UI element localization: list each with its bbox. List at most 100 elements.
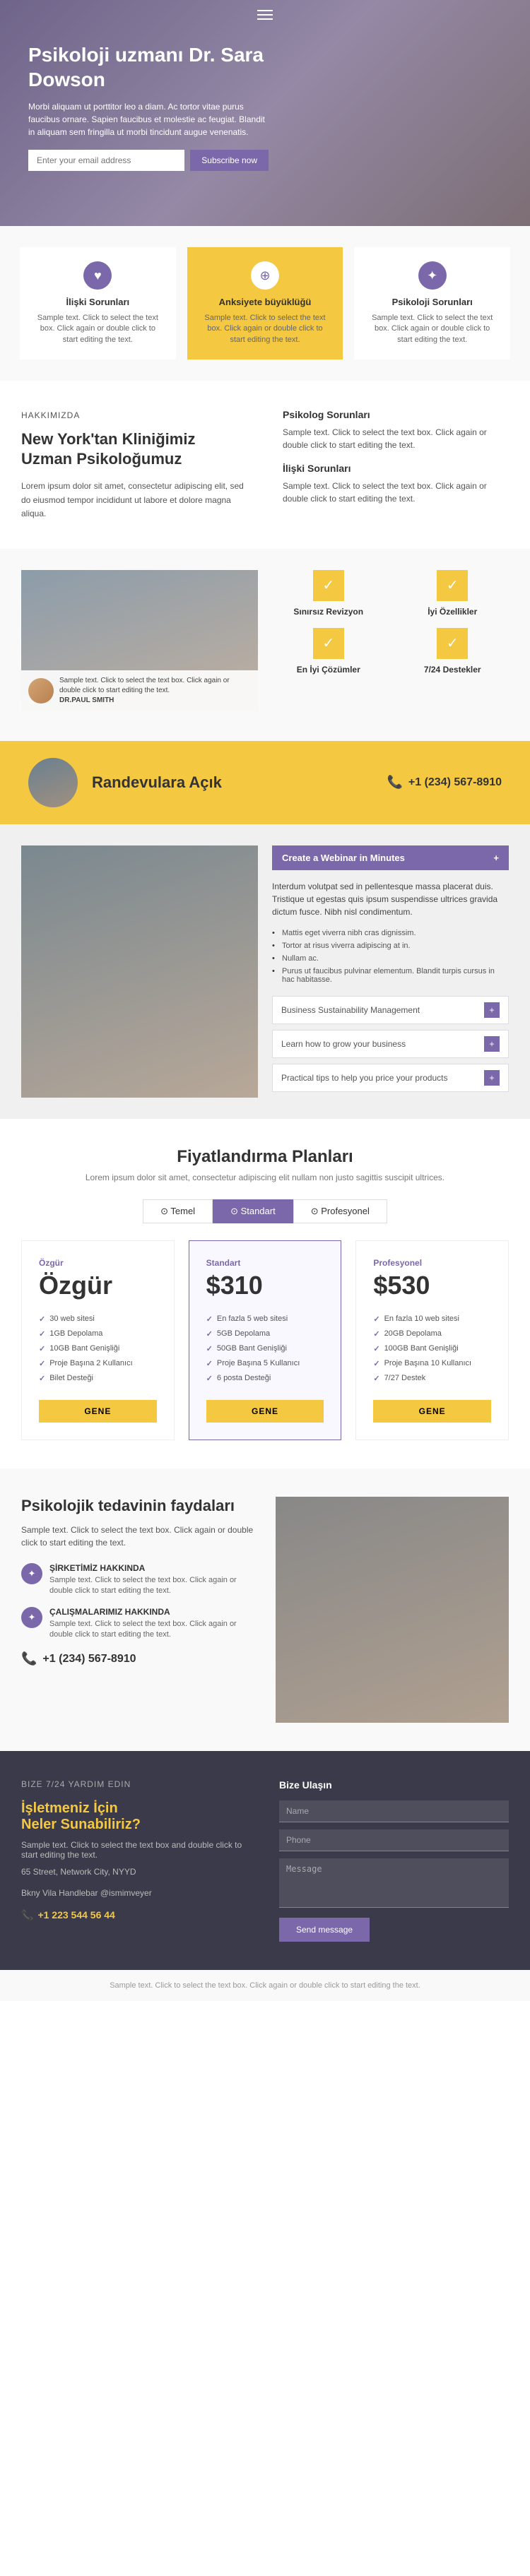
contact-message-input[interactable] xyxy=(279,1858,509,1908)
about-right-text2: Sample text. Click to select the text bo… xyxy=(283,480,509,505)
benefits-image xyxy=(276,1497,509,1723)
tab-basic[interactable]: ⊙ Temel xyxy=(143,1199,213,1223)
benefit-item-1: ✦ ÇALIŞMALARIMIZ HAKKINDA Sample text. C… xyxy=(21,1607,254,1641)
card-relationship[interactable]: ♥ İlişki Sorunları Sample text. Click to… xyxy=(20,247,176,360)
webinar-top-title: Create a Webinar in Minutes xyxy=(282,853,405,863)
pricing-grid: Özgür Özgür 30 web sitesi 1GB Depolama 1… xyxy=(21,1240,509,1440)
benefit-heading-1: ÇALIŞMALARIMIZ HAKKINDA xyxy=(49,1607,254,1617)
about-left: HAKKIMIZDA New York'tan Kliniğimiz Uzman… xyxy=(21,409,269,521)
features-left: Sample text. Click to select the text bo… xyxy=(21,570,258,720)
plan-professional-price: $530 xyxy=(373,1271,491,1300)
plan-standard-feat-4: 6 posta Desteği xyxy=(206,1371,324,1386)
webinar-accordion-icon-0[interactable]: + xyxy=(484,1002,500,1018)
pricing-title: Fiyatlandırma Planları xyxy=(21,1147,509,1167)
webinar-accordion-2[interactable]: Practical tips to help you price your pr… xyxy=(272,1064,509,1092)
plan-standard-feat-2: 50GB Bant Genişliği xyxy=(206,1341,324,1356)
webinar-section: Create a Webinar in Minutes + Interdum v… xyxy=(0,824,530,1119)
pricing-heading: Fiyatlandırma Planları xyxy=(21,1147,509,1167)
subscribe-button[interactable]: Subscribe now xyxy=(190,150,269,171)
cta-phone[interactable]: 📞 +1 (234) 567-8910 xyxy=(387,775,502,790)
plan-professional-features: En fazla 10 web sitesi 20GB Depolama 100… xyxy=(373,1312,491,1386)
webinar-list-item-1: Tortor at risus viverra adipiscing at in… xyxy=(272,939,509,952)
menu-icon[interactable] xyxy=(257,10,273,20)
contact-title-line1: İşletmeniz İçin xyxy=(21,1800,118,1816)
webinar-accordion-0[interactable]: Business Sustainability Management + xyxy=(272,996,509,1024)
card-relationship-title: İlişki Sorunları xyxy=(34,297,162,307)
plan-free-button[interactable]: GENE xyxy=(39,1400,157,1423)
footer-note-text: Sample text. Click to select the text bo… xyxy=(21,1981,509,1990)
plan-free-name: Özgür xyxy=(39,1258,157,1268)
benefits-phone-icon: 📞 xyxy=(21,1651,37,1666)
email-input[interactable] xyxy=(28,150,184,171)
feature-check-1: ✓ xyxy=(437,570,468,601)
webinar-accordion-icon-2[interactable]: + xyxy=(484,1070,500,1086)
feature-item-3: ✓ 7/24 Destekler xyxy=(396,628,510,675)
card-anxiety[interactable]: ⊕ Anksiyete büyüklüğü Sample text. Click… xyxy=(187,247,343,360)
person-text: Sample text. Click to select the text bo… xyxy=(59,676,251,706)
pricing-subtitle: Lorem ipsum dolor sit amet, consectetur … xyxy=(21,1173,509,1182)
benefit-icon-0: ✦ xyxy=(21,1563,42,1584)
webinar-image xyxy=(21,845,258,1098)
tab-basic-label: ⊙ Temel xyxy=(160,1206,195,1217)
webinar-accordion-label-1: Learn how to grow your business xyxy=(281,1039,406,1049)
benefits-phone-number: +1 (234) 567-8910 xyxy=(42,1653,136,1666)
benefits-description: Sample text. Click to select the text bo… xyxy=(21,1524,254,1549)
tab-professional-label: ⊙ Profesyonel xyxy=(311,1206,370,1217)
phone-icon: 📞 xyxy=(387,775,402,790)
tab-professional[interactable]: ⊙ Profesyonel xyxy=(293,1199,387,1223)
plan-standard-button[interactable]: GENE xyxy=(206,1400,324,1423)
hero-content: Psikoloji uzmanı Dr. Sara Dowson Morbi a… xyxy=(0,0,297,192)
about-right-heading2: İlişki Sorunları xyxy=(283,463,509,474)
webinar-list-item-3: Purus ut faucibus pulvinar elementum. Bl… xyxy=(272,965,509,986)
feature-label-0: Sınırsız Revizyon xyxy=(272,607,385,617)
about-label: HAKKIMIZDA xyxy=(21,409,247,422)
benefit-desc-0: Sample text. Click to select the text bo… xyxy=(49,1575,254,1597)
benefits-title: Psikolojik tedavinin faydaları xyxy=(21,1497,254,1515)
about-right-heading1: Psikolog Sorunları xyxy=(283,409,509,420)
plan-professional: Profesyonel $530 En fazla 10 web sitesi … xyxy=(355,1240,509,1440)
plan-professional-button[interactable]: GENE xyxy=(373,1400,491,1423)
webinar-top-bar[interactable]: Create a Webinar in Minutes + xyxy=(272,845,509,870)
contact-right: Bize Ulaşın Send message xyxy=(279,1779,509,1942)
plan-free-feat-1: 1GB Depolama xyxy=(39,1326,157,1341)
webinar-plus-icon[interactable]: + xyxy=(493,853,499,863)
webinar-accordion-icon-1[interactable]: + xyxy=(484,1036,500,1052)
card-anxiety-text: Sample text. Click to select the text bo… xyxy=(201,313,329,345)
about-section: HAKKIMIZDA New York'tan Kliniğimiz Uzman… xyxy=(0,381,530,549)
benefit-icon-1: ✦ xyxy=(21,1607,42,1628)
contact-help-label: Bize 7/24 Yardım Edin xyxy=(21,1779,251,1789)
about-title: New York'tan Kliniğimiz Uzman Psikoloğum… xyxy=(21,429,247,468)
cards-row: ♥ İlişki Sorunları Sample text. Click to… xyxy=(0,226,530,381)
plan-free-feat-0: 30 web sitesi xyxy=(39,1312,157,1326)
plan-professional-name: Profesyonel xyxy=(373,1258,491,1268)
features-right: ✓ Sınırsız Revizyon ✓ İyi Özellikler ✓ E… xyxy=(272,570,509,720)
contact-phone-input[interactable] xyxy=(279,1829,509,1851)
benefits-image-bg xyxy=(276,1497,509,1723)
feature-check-0: ✓ xyxy=(313,570,344,601)
tab-standard[interactable]: ⊙ Standart xyxy=(213,1199,293,1223)
contact-phone-icon: 📞 xyxy=(21,1909,33,1921)
plan-free-features: 30 web sitesi 1GB Depolama 10GB Bant Gen… xyxy=(39,1312,157,1386)
contact-phone-line[interactable]: 📞 +1 223 544 56 44 xyxy=(21,1909,251,1921)
feature-item-2: ✓ En İyi Çözümler xyxy=(272,628,385,675)
person-avatar xyxy=(28,678,54,704)
card-psychology-title: Psikoloji Sorunları xyxy=(368,297,496,307)
footer-note: Sample text. Click to select the text bo… xyxy=(0,1970,530,2001)
plan-professional-feat-4: 7/27 Destek xyxy=(373,1371,491,1386)
features-section: Sample text. Click to select the text bo… xyxy=(0,549,530,741)
card-psychology-icon: ✦ xyxy=(418,261,447,290)
contact-submit-button[interactable]: Send message xyxy=(279,1918,370,1942)
hero-form: Subscribe now xyxy=(28,150,269,171)
benefits-phone[interactable]: 📞 +1 (234) 567-8910 xyxy=(21,1651,254,1666)
card-psychology[interactable]: ✦ Psikoloji Sorunları Sample text. Click… xyxy=(354,247,510,360)
benefits-section: Psikolojik tedavinin faydaları Sample te… xyxy=(0,1468,530,1751)
webinar-accordion-1[interactable]: Learn how to grow your business + xyxy=(272,1030,509,1058)
card-relationship-text: Sample text. Click to select the text bo… xyxy=(34,313,162,345)
contact-name-input[interactable] xyxy=(279,1800,509,1822)
contact-form: Send message xyxy=(279,1800,509,1942)
contact-section: Bize 7/24 Yardım Edin İşletmeniz İçin Ne… xyxy=(0,1751,530,1970)
contact-left: Bize 7/24 Yardım Edin İşletmeniz İçin Ne… xyxy=(21,1779,251,1942)
contact-phone-link: +1 223 544 56 44 xyxy=(37,1909,114,1921)
card-anxiety-icon: ⊕ xyxy=(251,261,279,290)
benefit-heading-0: ŞİRKETİMİZ HAKKINDA xyxy=(49,1563,254,1573)
